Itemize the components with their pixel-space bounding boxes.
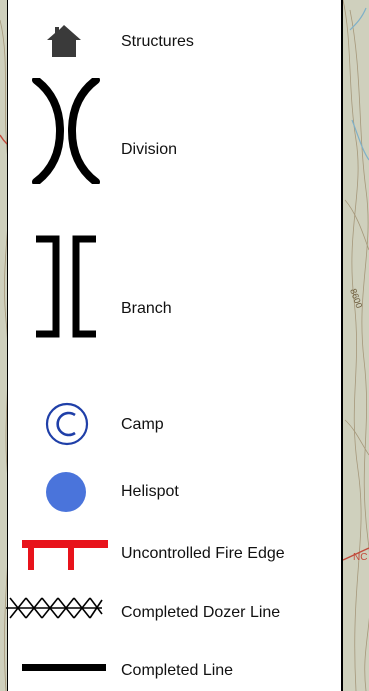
legend-label-division: Division <box>121 141 178 158</box>
division-brackets-icon <box>32 78 100 184</box>
legend-label-structures: Structures <box>121 33 194 50</box>
legend-label-completed-line: Completed Line <box>121 662 234 679</box>
house-icon <box>47 25 81 57</box>
helispot-dot-icon <box>46 472 86 512</box>
camp-circle-c-icon <box>45 402 89 446</box>
dozer-line-icon <box>6 597 103 619</box>
legend-label-camp: Camp <box>121 416 164 433</box>
completed-line-icon <box>22 664 106 671</box>
legend-label-completed-dozer-line: Completed Dozer Line <box>121 604 281 621</box>
map-legend: Structures Division Branch Camp Helispot… <box>6 0 343 691</box>
branch-brackets-icon <box>36 235 96 338</box>
legend-label-uncontrolled-fire-edge: Uncontrolled Fire Edge <box>121 545 285 562</box>
uncontrolled-fire-edge-icon <box>22 540 108 570</box>
legend-label-helispot: Helispot <box>121 483 179 500</box>
legend-label-branch: Branch <box>121 300 172 317</box>
map-road-label: NC <box>353 552 367 563</box>
